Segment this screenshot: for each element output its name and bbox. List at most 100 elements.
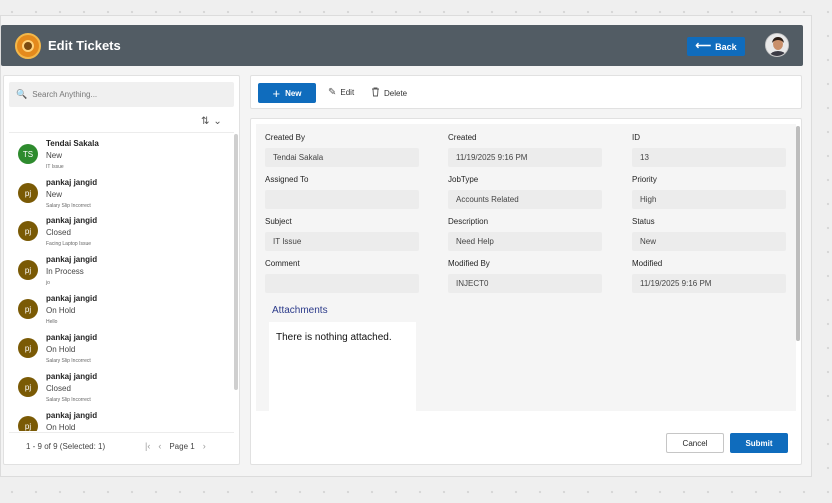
item-status: Closed bbox=[46, 384, 71, 393]
field-label-status: Status bbox=[632, 217, 655, 226]
app-header: Edit Tickets ⟵ Back bbox=[1, 25, 803, 66]
list-scrollbar[interactable] bbox=[234, 134, 238, 390]
list-item[interactable]: pj pankaj jangid In Process jo bbox=[16, 252, 231, 290]
field-label-modified-by: Modified By bbox=[448, 259, 490, 268]
form-scrollbar[interactable] bbox=[796, 126, 800, 341]
created-by-field[interactable]: Tendai Sakala bbox=[265, 148, 419, 167]
arrow-left-icon: ⟵ bbox=[695, 40, 712, 52]
pencil-icon: ✎ bbox=[328, 87, 337, 98]
pager-summary: 1 - 9 of 9 (Selected: 1) bbox=[26, 442, 106, 451]
created-field[interactable]: 11/19/2025 9:16 PM bbox=[448, 148, 602, 167]
cancel-button[interactable]: Cancel bbox=[666, 433, 724, 453]
item-name: pankaj jangid bbox=[46, 294, 98, 303]
field-label-created: Created bbox=[448, 133, 477, 142]
item-name: pankaj jangid bbox=[46, 333, 98, 342]
item-status: In Process bbox=[46, 267, 84, 276]
page-label: Page 1 bbox=[169, 441, 195, 451]
avatar: pj bbox=[18, 221, 38, 241]
item-status: New bbox=[46, 151, 63, 160]
item-subject: jo bbox=[46, 280, 50, 286]
list-item[interactable]: pj pankaj jangid On Hold bbox=[16, 408, 231, 431]
item-name: pankaj jangid bbox=[46, 372, 98, 381]
modified-by-field[interactable]: INJECT0 bbox=[448, 274, 602, 293]
chevron-down-icon: ⌄ bbox=[213, 116, 222, 127]
item-subject: Salary Slip Incorrect bbox=[46, 397, 91, 403]
item-subject: Salary Slip Incorrect bbox=[46, 203, 91, 209]
back-button[interactable]: ⟵ Back bbox=[687, 37, 745, 56]
modified-field[interactable]: 11/19/2025 9:16 PM bbox=[632, 274, 786, 293]
search-icon: 🔍 bbox=[16, 89, 28, 99]
field-label-modified: Modified bbox=[632, 259, 663, 268]
subject-field[interactable]: IT Issue bbox=[265, 232, 419, 251]
ticket-list: TS Tendai Sakala New IT Issue pj pankaj … bbox=[4, 136, 234, 431]
list-item[interactable]: pj pankaj jangid New Salary Slip Incorre… bbox=[16, 175, 231, 213]
attachments-box: There is nothing attached. bbox=[269, 322, 416, 411]
field-label-subject: Subject bbox=[265, 217, 292, 226]
item-name: pankaj jangid bbox=[46, 411, 98, 420]
user-avatar[interactable] bbox=[765, 33, 789, 57]
divider bbox=[9, 432, 234, 433]
new-button-label: New bbox=[285, 88, 302, 98]
jobtype-field[interactable]: Accounts Related bbox=[448, 190, 602, 209]
avatar: pj bbox=[18, 377, 38, 397]
avatar: pj bbox=[18, 299, 38, 319]
avatar: pj bbox=[18, 183, 38, 203]
sort-button[interactable]: ⇅ ⌄ bbox=[201, 116, 222, 127]
submit-button[interactable]: Submit bbox=[730, 433, 788, 453]
field-label-id: ID bbox=[632, 133, 640, 142]
item-subject: Hello bbox=[46, 319, 58, 325]
avatar: TS bbox=[18, 144, 38, 164]
item-subject: Salary Slip Incorrect bbox=[46, 358, 91, 364]
delete-button[interactable]: Delete bbox=[371, 87, 407, 100]
list-item[interactable]: pj pankaj jangid Closed Facing Laptop Is… bbox=[16, 213, 231, 251]
item-subject: IT Issue bbox=[46, 164, 64, 170]
list-item[interactable]: pj pankaj jangid On Hold Hello bbox=[16, 291, 231, 329]
plus-icon: + bbox=[272, 85, 281, 101]
avatar: pj bbox=[18, 416, 38, 431]
item-status: On Hold bbox=[46, 423, 76, 431]
divider bbox=[9, 132, 234, 133]
comment-field[interactable] bbox=[265, 274, 419, 293]
page-title: Edit Tickets bbox=[48, 38, 121, 53]
ticket-list-panel: 🔍 Search Anything... ⇅ ⌄ TS Tendai Sakal… bbox=[3, 75, 240, 465]
item-name: pankaj jangid bbox=[46, 178, 98, 187]
item-status: On Hold bbox=[46, 345, 76, 354]
description-field[interactable]: Need Help bbox=[448, 232, 602, 251]
field-label-jobtype: JobType bbox=[448, 175, 479, 184]
command-bar: + New ✎ Edit Delete bbox=[250, 75, 802, 109]
user-photo-icon bbox=[766, 34, 788, 56]
edit-button[interactable]: ✎ Edit bbox=[328, 87, 354, 98]
avatar: pj bbox=[18, 338, 38, 358]
item-name: Tendai Sakala bbox=[46, 139, 99, 148]
delete-button-label: Delete bbox=[384, 89, 408, 98]
item-name: pankaj jangid bbox=[46, 255, 98, 264]
pager: |‹ ‹ Page 1 › bbox=[145, 441, 206, 451]
sort-icon: ⇅ bbox=[201, 116, 210, 127]
field-label-priority: Priority bbox=[632, 175, 657, 184]
item-status: Closed bbox=[46, 228, 71, 237]
avatar: pj bbox=[18, 260, 38, 280]
new-button[interactable]: + New bbox=[258, 83, 316, 103]
list-item[interactable]: pj pankaj jangid On Hold Salary Slip Inc… bbox=[16, 330, 231, 368]
search-input[interactable]: 🔍 Search Anything... bbox=[9, 82, 234, 107]
field-label-description: Description bbox=[448, 217, 489, 226]
item-subject: Facing Laptop Issue bbox=[46, 241, 92, 247]
status-field[interactable]: New bbox=[632, 232, 786, 251]
search-placeholder: Search Anything... bbox=[32, 90, 98, 99]
assigned-to-field[interactable] bbox=[265, 190, 419, 209]
first-page-icon[interactable]: |‹ bbox=[145, 441, 150, 451]
id-field[interactable]: 13 bbox=[632, 148, 786, 167]
list-item[interactable]: TS Tendai Sakala New IT Issue bbox=[16, 136, 231, 174]
item-name: pankaj jangid bbox=[46, 216, 98, 225]
priority-field[interactable]: High bbox=[632, 190, 786, 209]
trash-icon bbox=[371, 87, 380, 100]
next-page-icon[interactable]: › bbox=[203, 441, 206, 451]
item-status: New bbox=[46, 190, 63, 199]
attachments-title: Attachments bbox=[272, 305, 328, 316]
field-label-comment: Comment bbox=[265, 259, 300, 268]
prev-page-icon[interactable]: ‹ bbox=[158, 441, 161, 451]
ticket-form: Created By Tendai Sakala Created 11/19/2… bbox=[250, 118, 802, 465]
app-logo-icon bbox=[15, 33, 41, 59]
edit-button-label: Edit bbox=[340, 88, 355, 97]
list-item[interactable]: pj pankaj jangid Closed Salary Slip Inco… bbox=[16, 369, 231, 407]
